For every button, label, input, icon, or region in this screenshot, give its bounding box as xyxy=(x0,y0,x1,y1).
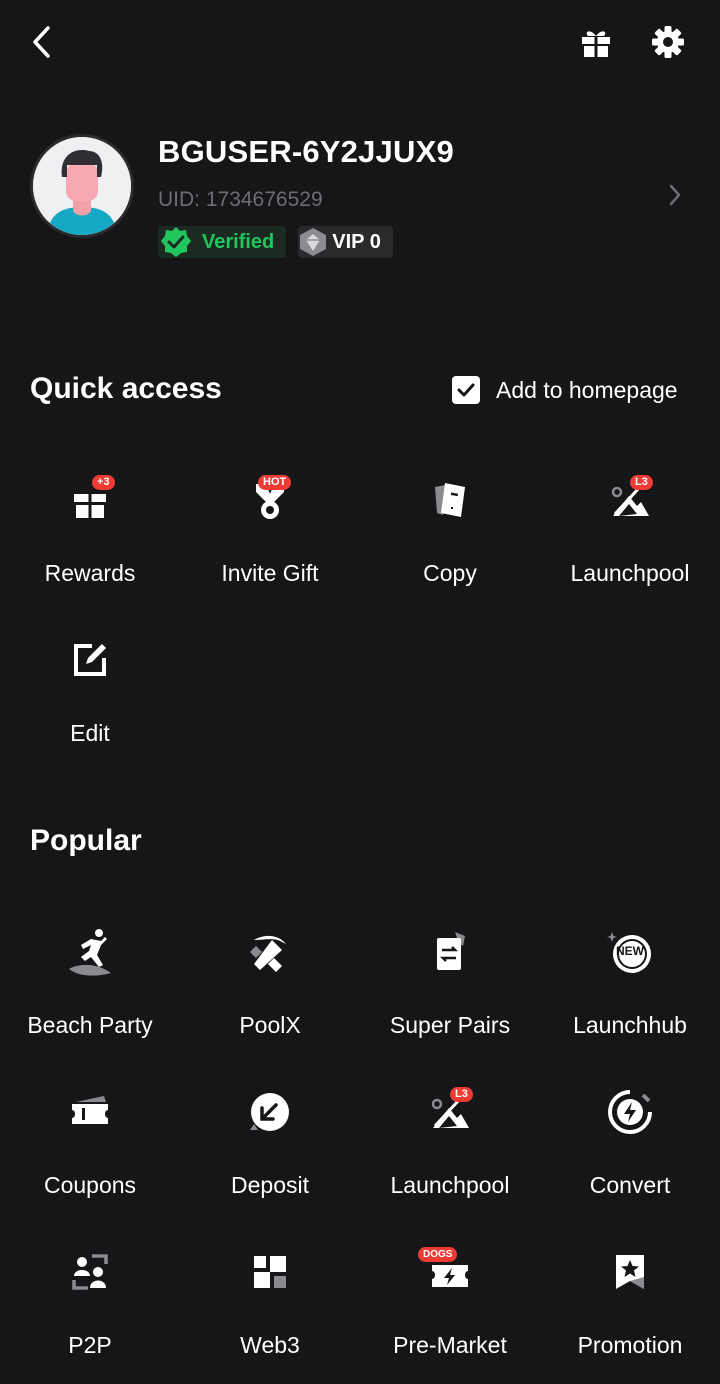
verified-check-icon xyxy=(161,227,191,257)
avatar[interactable] xyxy=(30,134,134,238)
popular-item-convert[interactable]: Convert xyxy=(540,1082,720,1222)
popular-item-label: Launchpool xyxy=(390,1172,510,1198)
popular-item-pre-market[interactable]: DOGS Pre-Market xyxy=(360,1242,540,1382)
people-exchange-icon xyxy=(72,1254,108,1290)
surfer-icon xyxy=(69,929,111,976)
popular-item-label: PoolX xyxy=(239,1012,301,1038)
quick-item-label: Invite Gift xyxy=(221,560,319,586)
badges: Verified VIP 0 xyxy=(158,226,393,258)
uid-label: UID: xyxy=(158,188,200,211)
popular-item-web3[interactable]: Web3 xyxy=(180,1242,360,1382)
dogs-badge: DOGS xyxy=(418,1247,458,1262)
deposit-arrow-icon xyxy=(250,1093,289,1131)
popular-item-label: Super Pairs xyxy=(389,1012,511,1038)
uid-line: UID: 1734676529 xyxy=(158,188,323,212)
chevron-left-icon xyxy=(33,26,50,58)
popular-item-label: P2P xyxy=(68,1332,112,1358)
popular-item-label: Convert xyxy=(589,1172,671,1198)
add-to-homepage-toggle[interactable]: Add to homepage xyxy=(452,376,678,404)
gear-icon xyxy=(652,26,684,58)
back-button[interactable] xyxy=(22,22,62,62)
gift-button[interactable] xyxy=(574,22,618,62)
level-badge: L3 xyxy=(450,1087,473,1102)
quick-access-title: Quick access xyxy=(30,372,222,405)
popular-title: Popular xyxy=(30,824,142,857)
quick-item-label: Copy xyxy=(423,560,477,586)
chevron-right-icon xyxy=(669,184,681,206)
verified-label: Verified xyxy=(202,230,275,253)
popular-item-promotion[interactable]: Promotion xyxy=(540,1242,720,1382)
popular-item-poolx[interactable]: PoolX xyxy=(180,922,360,1062)
settings-button[interactable] xyxy=(646,20,690,64)
profile-arrow[interactable] xyxy=(660,180,690,210)
checkmark-icon xyxy=(457,383,475,397)
hot-badge: HOT xyxy=(258,475,292,490)
vip-label: VIP 0 xyxy=(332,230,381,253)
quick-item-label: Edit xyxy=(70,720,110,746)
popular-item-label: Pre-Market xyxy=(393,1332,507,1358)
popular-item-label: Launchhub xyxy=(573,1012,687,1038)
swap-document-icon xyxy=(437,932,465,970)
quick-item-rewards[interactable]: +3 Rewards xyxy=(0,470,180,610)
uid-value: 1734676529 xyxy=(205,188,323,211)
profile-card[interactable]: BGUSER-6Y2JJUX9 UID: 1734676529 Verified… xyxy=(0,120,720,280)
popular-item-coupons[interactable]: Coupons xyxy=(0,1082,180,1222)
quick-item-copy[interactable]: Copy xyxy=(360,470,540,610)
popular-item-launchhub[interactable]: NEW Launchhub xyxy=(540,922,720,1062)
quick-item-edit[interactable]: Edit xyxy=(0,630,180,770)
popular-item-super-pairs[interactable]: Super Pairs xyxy=(360,922,540,1062)
rewards-count-badge: +3 xyxy=(92,475,115,490)
quick-item-label: Launchpool xyxy=(570,560,690,586)
quick-item-invite-gift[interactable]: HOT Invite Gift xyxy=(180,470,360,610)
popular-item-label: Coupons xyxy=(43,1172,137,1198)
top-bar xyxy=(0,0,720,86)
level-badge: L3 xyxy=(630,475,653,490)
copy-document-icon xyxy=(435,483,465,517)
bookmark-star-icon xyxy=(616,1255,644,1289)
add-to-homepage-label: Add to homepage xyxy=(496,376,678,403)
popular-item-label: Web3 xyxy=(240,1332,300,1358)
popular-item-label: Promotion xyxy=(577,1332,683,1358)
new-badge-text: NEW xyxy=(616,944,644,958)
quick-item-label: Rewards xyxy=(44,560,136,586)
diamond-icon xyxy=(300,228,327,256)
quick-item-launchpool[interactable]: L3 Launchpool xyxy=(540,470,720,610)
vip-badge[interactable]: VIP 0 xyxy=(298,226,393,258)
popular-item-label: Deposit xyxy=(231,1172,309,1198)
username: BGUSER-6Y2JJUX9 xyxy=(158,134,454,169)
popular-item-beach-party[interactable]: Beach Party xyxy=(0,922,180,1062)
popular-item-deposit[interactable]: Deposit xyxy=(180,1082,360,1222)
lightning-circle-icon xyxy=(608,1090,652,1134)
edit-icon xyxy=(74,644,106,676)
gift-icon xyxy=(582,31,610,57)
popular-item-label: Beach Party xyxy=(27,1012,153,1038)
popular-item-p2p[interactable]: P2P xyxy=(0,1242,180,1382)
ticket-icon xyxy=(72,1096,108,1124)
add-to-homepage-checkbox[interactable] xyxy=(452,376,480,404)
pickaxe-icon xyxy=(250,935,286,972)
verified-badge[interactable]: Verified xyxy=(158,226,287,258)
popular-item-launchpool[interactable]: L3 Launchpool xyxy=(360,1082,540,1222)
blocks-icon xyxy=(254,1256,286,1288)
